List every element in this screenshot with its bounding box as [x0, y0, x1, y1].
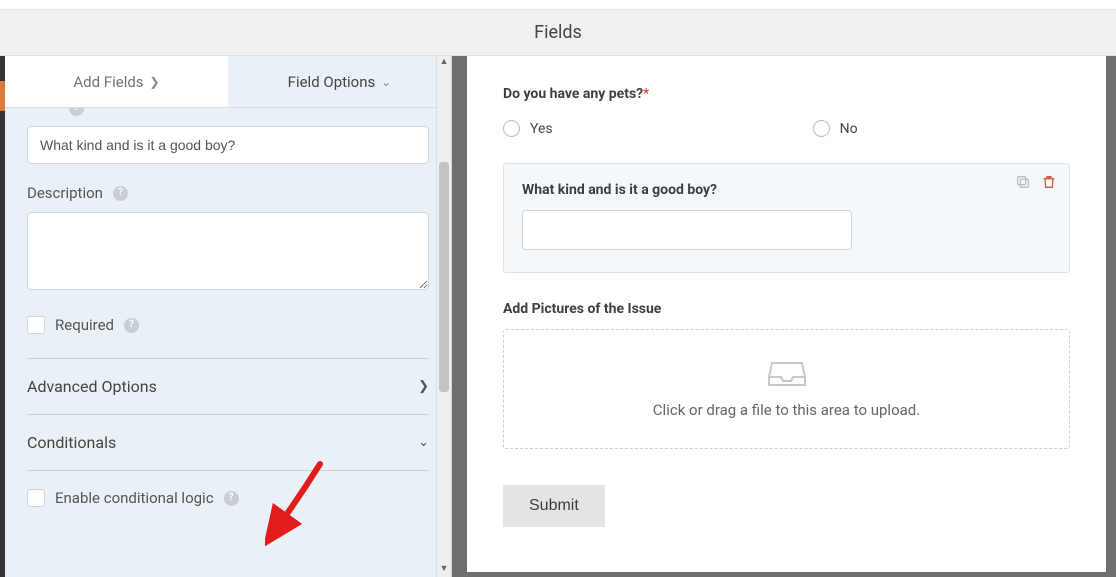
section-label: Conditionals — [27, 433, 116, 452]
selected-field-input[interactable] — [522, 210, 852, 250]
preview-backdrop: Do you have any pets?* Yes No — [452, 56, 1116, 577]
chevron-down-icon: ⌄ — [381, 75, 391, 89]
radio-label: Yes — [530, 121, 553, 137]
description-caption: Description — [27, 184, 103, 202]
help-icon[interactable]: ? — [224, 491, 239, 506]
radio-option-yes[interactable]: Yes — [503, 120, 553, 137]
panel-tabs: Add Fields ❯ Field Options ⌄ — [5, 56, 451, 108]
submit-button[interactable]: Submit — [503, 485, 605, 527]
tab-label: Field Options — [288, 73, 376, 91]
tab-field-options[interactable]: Field Options ⌄ — [228, 56, 451, 107]
label-row: Label ? — [27, 108, 429, 116]
selected-field-card[interactable]: What kind and is it a good boy? — [503, 163, 1070, 273]
submit-label: Submit — [529, 497, 579, 514]
required-label: Required — [55, 316, 114, 334]
help-icon[interactable]: ? — [69, 108, 84, 116]
radio-icon — [813, 120, 830, 137]
question-row: Do you have any pets?* — [503, 86, 1070, 102]
required-star: * — [643, 86, 649, 102]
radio-option-no[interactable]: No — [813, 120, 858, 137]
header-bar: Fields — [0, 10, 1116, 56]
description-input[interactable] — [27, 212, 429, 290]
top-strip — [0, 0, 1116, 10]
required-checkbox[interactable] — [27, 316, 45, 334]
dropzone-text: Click or drag a file to this area to upl… — [653, 401, 920, 419]
scrollbar-thumb[interactable] — [439, 162, 449, 392]
description-row: Description ? — [27, 184, 429, 202]
tab-label: Add Fields — [73, 73, 143, 91]
label-input[interactable] — [27, 126, 429, 164]
trash-icon[interactable] — [1041, 174, 1057, 190]
question-label: Do you have any pets? — [503, 86, 643, 102]
scroll-up-icon[interactable]: ▲ — [437, 56, 451, 70]
advanced-options-toggle[interactable]: Advanced Options ❯ — [27, 359, 429, 415]
section-label: Advanced Options — [27, 377, 157, 396]
inbox-icon — [768, 359, 806, 389]
selected-field-title: What kind and is it a good boy? — [522, 182, 1051, 198]
scroll-down-icon[interactable]: ▼ — [437, 563, 451, 577]
radio-label: No — [840, 121, 858, 137]
page-title: Fields — [534, 22, 582, 43]
form-preview: Do you have any pets?* Yes No — [467, 56, 1106, 572]
tab-add-fields[interactable]: Add Fields ❯ — [5, 56, 228, 107]
enable-conditional-row[interactable]: Enable conditional logic ? — [27, 489, 429, 507]
duplicate-icon[interactable] — [1015, 174, 1031, 190]
chevron-right-icon: ❯ — [150, 75, 160, 89]
file-dropzone[interactable]: Click or drag a file to this area to upl… — [503, 329, 1070, 449]
chevron-down-icon: ⌄ — [418, 435, 429, 450]
field-editor-panel: Add Fields ❯ Field Options ⌄ Label ? Des… — [5, 56, 452, 577]
help-icon[interactable]: ? — [124, 318, 139, 333]
required-row[interactable]: Required ? — [27, 316, 429, 334]
chevron-right-icon: ❯ — [418, 379, 429, 394]
radio-icon — [503, 120, 520, 137]
conditionals-toggle[interactable]: Conditionals ⌄ — [27, 415, 429, 471]
enable-conditional-label: Enable conditional logic — [55, 489, 214, 507]
upload-label: Add Pictures of the Issue — [503, 301, 1070, 317]
help-icon[interactable]: ? — [113, 186, 128, 201]
scrollbar[interactable]: ▲ ▼ — [436, 56, 451, 577]
enable-conditional-checkbox[interactable] — [27, 489, 45, 507]
